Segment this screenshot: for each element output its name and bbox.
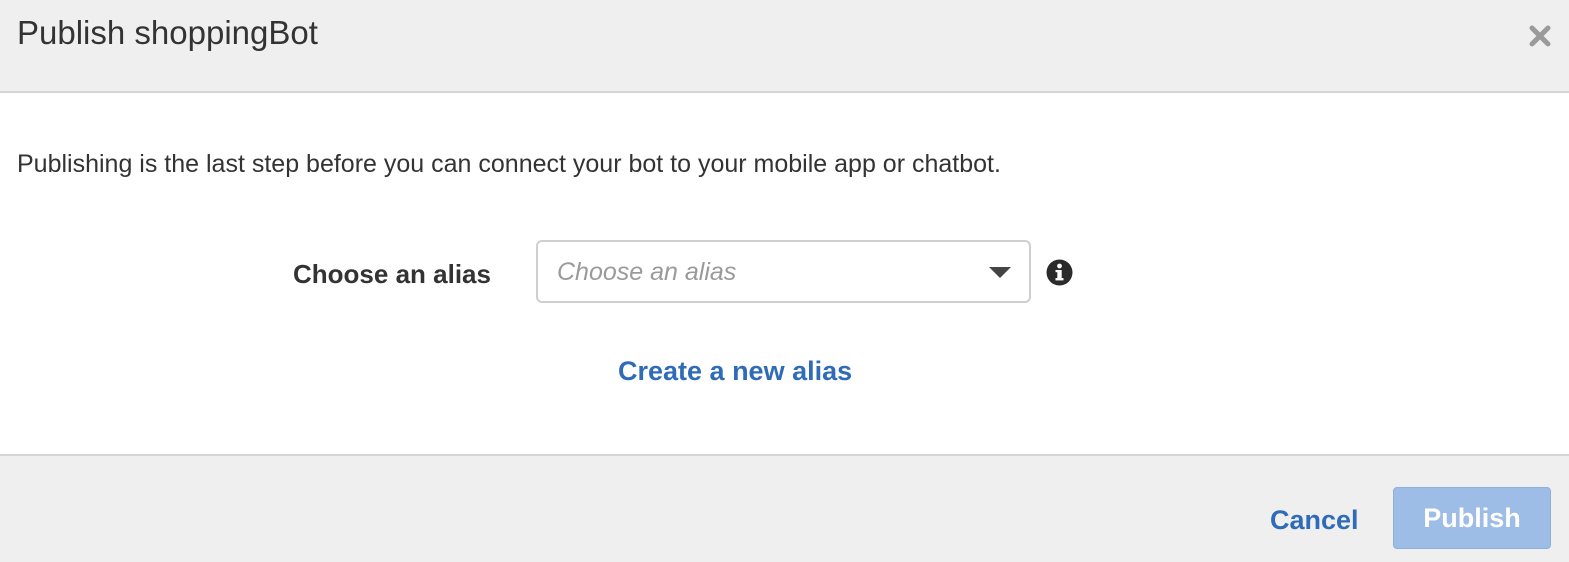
- alias-select[interactable]: Choose an alias: [536, 240, 1031, 303]
- dialog-description: Publishing is the last step before you c…: [17, 150, 1001, 178]
- publish-button[interactable]: Publish: [1393, 487, 1551, 549]
- chevron-down-icon: [989, 267, 1011, 278]
- cancel-button[interactable]: Cancel: [1270, 505, 1359, 536]
- dialog-header: Publish shoppingBot: [0, 0, 1569, 93]
- info-icon[interactable]: [1046, 259, 1073, 286]
- dialog-title: Publish shoppingBot: [17, 14, 318, 51]
- alias-select-placeholder: Choose an alias: [557, 258, 737, 286]
- close-icon[interactable]: [1526, 22, 1554, 50]
- create-alias-link[interactable]: Create a new alias: [618, 356, 852, 387]
- alias-label: Choose an alias: [293, 259, 491, 289]
- dialog-footer: Cancel Publish: [0, 454, 1569, 562]
- publish-dialog: Publish shoppingBot Publishing is the la…: [0, 0, 1569, 562]
